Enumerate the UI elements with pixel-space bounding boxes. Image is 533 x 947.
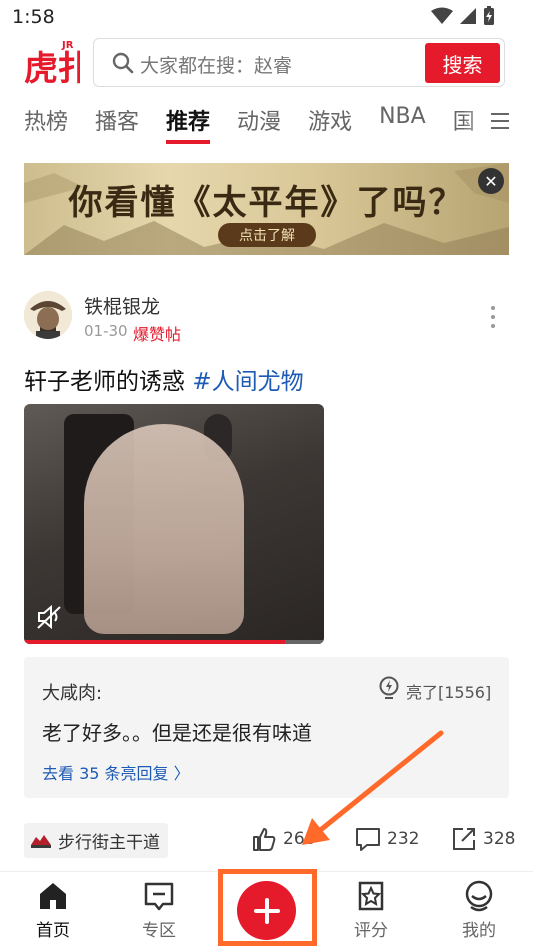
status-icons [431, 6, 495, 26]
rating-star-icon [358, 881, 384, 911]
view-replies-link[interactable]: 去看 35 条亮回复 〉 [42, 760, 190, 784]
status-time: 1:58 [12, 6, 55, 28]
logo-badge: JR [61, 40, 74, 51]
nav-label-home: 首页 [36, 921, 70, 941]
video-subject-shape [84, 424, 244, 634]
publish-plus-icon [253, 897, 280, 924]
board-tag[interactable]: 步行街主干道 [24, 823, 168, 858]
search-placeholder: 大家都在搜：赵睿 [140, 55, 293, 77]
channel-tabs: 热榜 播客 推荐 动漫 游戏 NBA 国 [24, 104, 502, 148]
thumbs-up-icon [253, 828, 276, 851]
search-button[interactable]: 搜索 [425, 43, 500, 83]
tab-podcast[interactable]: 播客 [95, 104, 139, 144]
board-name: 步行街主干道 [58, 833, 160, 853]
video-player[interactable] [24, 404, 324, 644]
post-title[interactable]: 轩子老师的诱惑 #人间尤物 [24, 362, 304, 396]
like-button[interactable]: 268 [251, 826, 315, 852]
more-options-icon[interactable] [488, 304, 498, 330]
nav-label-rating: 评分 [354, 921, 388, 941]
share-button[interactable]: 328 [451, 826, 515, 852]
nav-rating[interactable]: 评分 [336, 880, 406, 941]
wifi-icon [431, 7, 453, 24]
lightbulb-icon[interactable] [378, 676, 400, 702]
tab-recommend[interactable]: 推荐 [166, 104, 211, 144]
share-icon [453, 828, 475, 850]
home-icon [40, 883, 66, 909]
search-icon [112, 52, 134, 74]
promo-banner[interactable]: 你看懂《太平年》了吗？ 点击了解 [24, 163, 509, 255]
comment-button[interactable]: 232 [355, 826, 419, 852]
status-bar: 1:58 [0, 0, 533, 34]
tab-nba[interactable]: NBA [379, 104, 426, 144]
battery-icon [484, 6, 494, 25]
light-count[interactable]: 亮了[1556] [406, 679, 491, 703]
zone-icon [144, 882, 174, 911]
hupu-logo[interactable]: 虎扑 JR [22, 36, 92, 89]
like-count: 268 [283, 829, 316, 849]
post-date: 01-30 [84, 322, 128, 340]
banner-title: 你看懂《太平年》了吗？ [68, 183, 465, 223]
signal-icon [460, 8, 476, 24]
comment-count: 232 [387, 829, 420, 849]
close-icon[interactable]: ✕ [478, 168, 504, 194]
nav-profile[interactable]: 我的 [444, 880, 514, 941]
post-title-text: 轩子老师的诱惑 [24, 369, 185, 395]
publish-button[interactable] [237, 881, 296, 940]
video-progress-fill [24, 640, 285, 644]
tab-games[interactable]: 游戏 [308, 104, 352, 144]
share-count: 328 [483, 829, 516, 849]
comment-text: 老了好多。。但是还是很有味道 [42, 721, 312, 745]
menu-icon[interactable] [489, 110, 511, 132]
logo-text: 虎扑 [24, 49, 80, 88]
mute-icon[interactable] [36, 604, 64, 630]
tab-hot-list[interactable]: 热榜 [24, 104, 68, 144]
author-name[interactable]: 铁棍银龙 [84, 292, 160, 319]
nav-zone[interactable]: 专区 [124, 880, 194, 941]
nav-label-zone: 专区 [142, 921, 176, 941]
top-comment-card[interactable]: 大咸肉: 亮了[1556] 老了好多。。但是还是很有味道 去看 35 条亮回复 … [24, 657, 509, 798]
comment-author: 大咸肉: [42, 683, 103, 704]
nav-home[interactable]: 首页 [18, 880, 88, 941]
banner-cta-button[interactable]: 点击了解 [218, 223, 316, 247]
profile-icon [465, 880, 493, 912]
tab-anime[interactable]: 动漫 [237, 104, 281, 144]
avatar[interactable] [24, 291, 72, 339]
hashtag-link[interactable]: #人间尤物 [192, 369, 303, 395]
nav-label-profile: 我的 [462, 921, 496, 941]
board-icon [31, 834, 51, 848]
search-input[interactable]: 大家都在搜：赵睿 搜索 [93, 38, 505, 87]
hot-badge: 爆赞帖 [133, 325, 182, 344]
comment-icon [356, 828, 380, 851]
